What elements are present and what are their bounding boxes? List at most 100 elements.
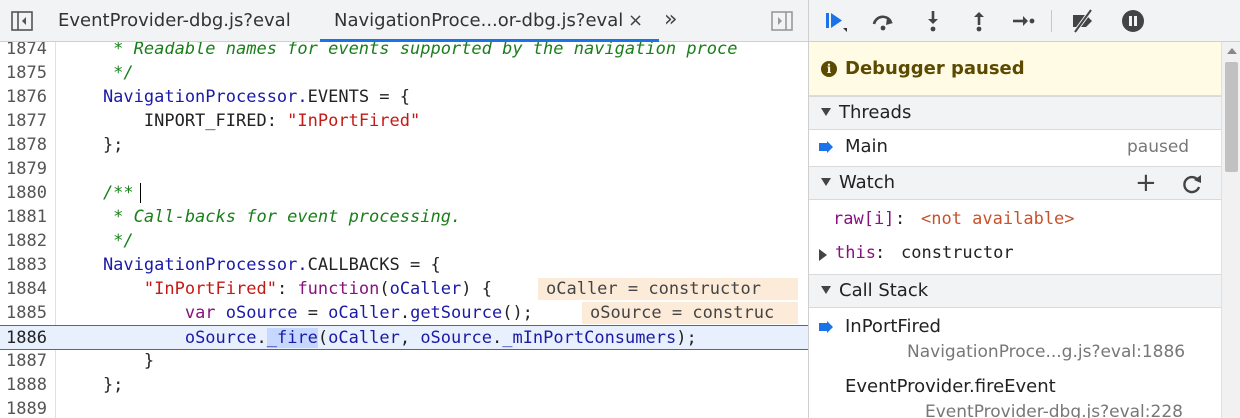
code-token: function [297, 279, 380, 299]
line-number[interactable]: 1881 [0, 205, 52, 229]
line-number[interactable]: 1882 [0, 229, 52, 253]
callstack-section-header[interactable]: Call Stack [809, 274, 1221, 308]
line-number[interactable]: 1880 [0, 181, 52, 205]
line-number[interactable]: 1876 [0, 85, 52, 109]
code-token: EVENTS [307, 87, 370, 107]
tab-navigationprocessor[interactable]: NavigationProce...or-dbg.js?eval [319, 0, 660, 42]
code-token: = { [369, 87, 411, 107]
watch-header-label: Watch [839, 172, 896, 193]
code-line[interactable]: 1878 }; [0, 133, 808, 157]
code-line[interactable]: 1880 /** [0, 181, 808, 205]
scrollbar-thumb[interactable] [1225, 62, 1238, 172]
watch-value: constructor [901, 243, 1014, 263]
code-token: ( [317, 328, 329, 348]
code-token: oSource [184, 328, 257, 348]
line-number[interactable]: 1884 [0, 277, 52, 301]
debugger-toolbar [809, 0, 1240, 42]
threads-header-label: Threads [839, 102, 912, 123]
code-text: /** [62, 181, 134, 205]
line-number[interactable]: 1875 [0, 61, 52, 85]
code-token: ) { [461, 279, 492, 299]
line-number[interactable]: 1887 [0, 349, 52, 373]
code-token: . [491, 328, 503, 348]
callstack-frame[interactable]: InPortFired NavigationProce...g.js?eval:… [809, 312, 1221, 368]
line-number[interactable]: 1877 [0, 109, 52, 133]
code-text: "InPortFired": function(oCaller) { [62, 277, 492, 301]
code-line[interactable]: 1883 NavigationProcessor.CALLBACKS = { [0, 253, 808, 277]
line-number[interactable]: 1883 [0, 253, 52, 277]
refresh-watch-icon[interactable] [1181, 173, 1203, 195]
frame-location: NavigationProce...g.js?eval:1886 [907, 342, 1186, 362]
close-tab-icon[interactable]: × [628, 0, 643, 41]
watch-item-this[interactable]: this : constructor [809, 240, 1221, 270]
inline-variable-value: oSource = construc [582, 302, 798, 324]
code-line[interactable]: 1884 "InPortFired": function(oCaller) {o… [0, 277, 808, 301]
watch-item-raw[interactable]: raw[i] : <not available> [809, 206, 1221, 236]
code-line[interactable]: 1885 var oSource = oCaller.getSource(); o… [0, 301, 808, 325]
more-tabs-icon[interactable]: » [664, 0, 678, 41]
deactivate-breakpoints-icon[interactable] [1069, 8, 1097, 34]
watch-section-header[interactable]: Watch + [809, 166, 1221, 200]
code-line[interactable]: 1877 INPORT_FIRED: "InPortFired" [0, 109, 808, 133]
toggle-navigator-icon[interactable] [10, 10, 34, 32]
code-token: INPORT_FIRED: [62, 111, 288, 131]
step-into-icon[interactable] [919, 8, 947, 34]
code-line[interactable]: 1875 */ [0, 61, 808, 85]
code-token: CALLBACKS [307, 255, 400, 275]
code-line[interactable]: 1881 * Call-backs for event processing. [0, 205, 808, 229]
sidebar-scrollbar[interactable] [1221, 42, 1240, 418]
toggle-debugger-icon[interactable] [770, 10, 794, 32]
code-line[interactable]: 1876 NavigationProcessor.EVENTS = { [0, 85, 808, 109]
threads-section-header[interactable]: Threads [809, 96, 1221, 130]
code-token: getSource [410, 303, 503, 323]
code-text: * Readable names for events supported by… [62, 42, 738, 61]
watch-value: <not available> [921, 209, 1075, 229]
text-caret [139, 183, 141, 203]
code-token: . [399, 303, 411, 323]
tab-eventprovider[interactable]: EventProvider-dbg.js?eval [58, 0, 291, 41]
callstack-frame[interactable]: EventProvider.fireEvent EventProvider-db… [809, 372, 1221, 418]
code-token: * Call-backs for event processing. [62, 207, 462, 227]
line-number[interactable]: 1888 [0, 373, 52, 397]
code-token: ); [676, 328, 697, 348]
step-over-icon[interactable] [869, 8, 897, 34]
line-number[interactable]: 1889 [0, 397, 52, 418]
code-token: }; [62, 375, 124, 395]
expand-arrow-icon[interactable] [819, 249, 827, 261]
code-area[interactable]: 1874 * Readable names for events support… [0, 42, 808, 418]
code-line[interactable]: 1879 [0, 157, 808, 181]
line-number[interactable]: 1879 [0, 157, 52, 181]
code-token: oCaller [328, 303, 400, 323]
thread-item-main[interactable]: Main paused [809, 130, 1221, 166]
collapse-arrow-icon [821, 286, 831, 294]
line-number[interactable]: 1885 [0, 301, 52, 325]
pause-on-exceptions-icon[interactable] [1119, 8, 1147, 34]
code-line[interactable]: 1889 [0, 397, 808, 418]
step-out-icon[interactable] [965, 8, 993, 34]
scroll-up-arrow-icon[interactable] [1227, 48, 1237, 54]
add-watch-icon[interactable]: + [1135, 167, 1157, 199]
code-token: (); [502, 303, 533, 323]
code-line[interactable]: 1888 }; [0, 373, 808, 397]
step-icon[interactable] [1009, 8, 1037, 34]
line-number[interactable]: 1874 [0, 42, 52, 61]
line-number[interactable]: 1886 [0, 326, 52, 350]
code-token: * Readable names for events supported by… [62, 42, 738, 59]
code-token: } [62, 351, 155, 371]
frame-function: InPortFired [845, 316, 941, 337]
code-token: */ [62, 63, 134, 83]
watch-expression: this [835, 243, 876, 263]
line-number[interactable]: 1878 [0, 133, 52, 157]
current-execution-line[interactable]: 1886 oSource._fire(oCaller, oSource._mIn… [0, 325, 808, 350]
code-token: NavigationProcessor. [62, 255, 308, 275]
code-line[interactable]: 1882 */ [0, 229, 808, 253]
code-line[interactable]: 1874 * Readable names for events support… [0, 42, 808, 61]
code-token: : [276, 279, 298, 299]
frame-location: EventProvider-dbg.js?eval:228 [925, 402, 1183, 418]
code-line[interactable]: 1887 } [0, 349, 808, 373]
resume-icon[interactable] [821, 8, 849, 34]
code-text: */ [62, 61, 134, 85]
